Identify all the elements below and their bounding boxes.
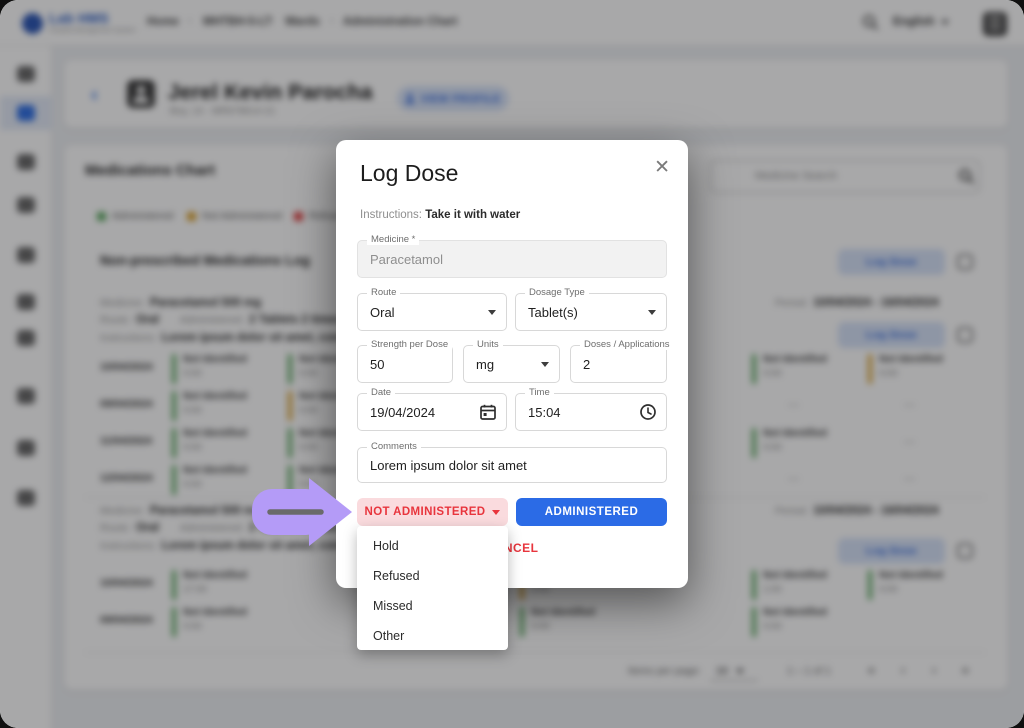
date-input[interactable]: Date 19/04/2024 (357, 393, 507, 431)
instructions-value: Take it with water (425, 209, 520, 221)
not-administered-menu: Hold Refused Missed Other (357, 526, 508, 650)
doses-input-label: Doses / Applications (580, 339, 674, 350)
not-administered-label: NOT ADMINISTERED (365, 506, 486, 518)
chevron-down-icon (541, 362, 549, 367)
administered-button[interactable]: ADMINISTERED (516, 498, 667, 526)
dialog-instructions: Instructions: Take it with water (360, 209, 520, 221)
menu-item-missed[interactable]: Missed (357, 591, 508, 621)
comments-input-value: Lorem ipsum dolor sit amet (370, 458, 527, 473)
dosage-type-select-label: Dosage Type (525, 287, 589, 298)
administered-label: ADMINISTERED (545, 506, 639, 518)
clock-icon[interactable] (639, 403, 657, 421)
date-input-value: 19/04/2024 (370, 405, 435, 420)
chevron-down-icon (488, 310, 496, 315)
menu-item-refused[interactable]: Refused (357, 561, 508, 591)
dosage-type-select-value: Tablet(s) (528, 305, 578, 320)
route-select-label: Route (367, 287, 400, 298)
dialog-title: Log Dose (360, 160, 458, 187)
time-input-label: Time (525, 387, 554, 398)
comments-input[interactable]: Comments Lorem ipsum dolor sit amet (357, 447, 667, 483)
comments-input-label: Comments (367, 441, 421, 452)
not-administered-button[interactable]: NOT ADMINISTERED (357, 498, 508, 526)
menu-item-other[interactable]: Other (357, 621, 508, 651)
date-input-label: Date (367, 387, 395, 398)
chevron-down-icon (648, 310, 656, 315)
strength-input-label: Strength per Dose (367, 339, 452, 350)
menu-item-hold[interactable]: Hold (357, 531, 508, 561)
strength-input-value: 50 (370, 357, 384, 372)
medicine-field-label: Medicine * (367, 234, 419, 245)
units-select-value: mg (476, 357, 494, 372)
medicine-field: Medicine * Paracetamol (357, 240, 667, 278)
app-window: Lab HMS Hospital Management System Home … (0, 0, 1024, 728)
strength-input[interactable]: Strength per Dose 50 (357, 345, 453, 383)
time-input[interactable]: Time 15:04 (515, 393, 667, 431)
dosage-type-select[interactable]: Dosage Type Tablet(s) (515, 293, 667, 331)
calendar-icon[interactable] (479, 403, 497, 421)
units-select[interactable]: Units mg (463, 345, 560, 383)
medicine-field-value: Paracetamol (370, 252, 443, 267)
annotation-arrow-icon (247, 476, 357, 548)
doses-input[interactable]: Doses / Applications 2 (570, 345, 667, 383)
time-input-value: 15:04 (528, 405, 561, 420)
route-select[interactable]: Route Oral (357, 293, 507, 331)
route-select-value: Oral (370, 305, 395, 320)
units-select-label: Units (473, 339, 503, 350)
instructions-label: Instructions: (360, 209, 422, 221)
chevron-down-icon (492, 510, 500, 515)
doses-input-value: 2 (583, 357, 590, 372)
close-icon[interactable]: ✕ (654, 158, 670, 177)
log-dose-dialog: Log Dose ✕ Instructions: Take it with wa… (336, 140, 688, 588)
